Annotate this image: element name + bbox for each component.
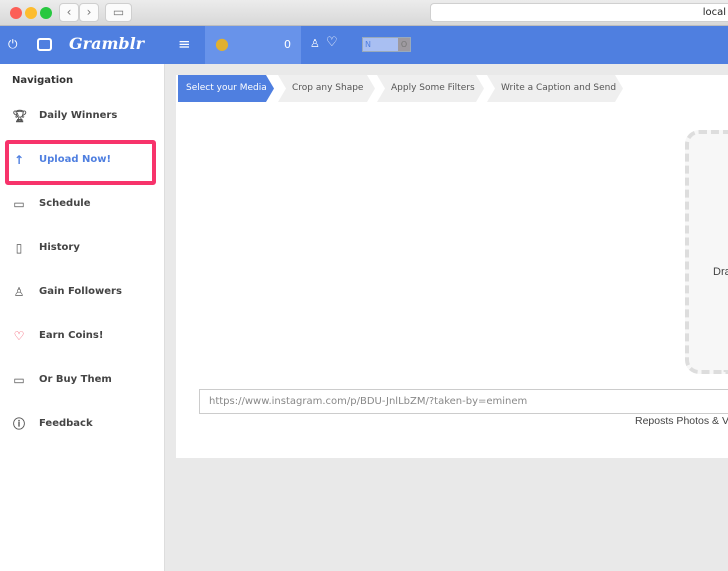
repost-caption: Reposts Photos & V <box>635 415 728 427</box>
question-icon: ⓘ <box>12 417 25 431</box>
calendar-icon: ▭ <box>13 197 25 211</box>
toggle-switch[interactable]: N O <box>362 37 411 52</box>
zoom-window-button[interactable] <box>40 7 52 19</box>
sidebar-item-earn-coins[interactable]: ♡ Earn Coins! <box>0 315 165 359</box>
sidebar-item-gain-followers[interactable]: ♙ Gain Followers <box>0 271 165 315</box>
highlight-box <box>5 140 156 185</box>
address-bar[interactable]: local <box>430 3 728 22</box>
navigation-title: Navigation <box>12 75 74 86</box>
minimize-window-button[interactable] <box>25 7 37 19</box>
brand-logo: Gramblr <box>69 34 145 53</box>
upload-panel: Select your Media Crop any Shape Apply S… <box>176 75 728 458</box>
book-icon: ▯ <box>15 241 23 255</box>
user-icon: ♙ <box>13 285 25 299</box>
heart-icon: ♡ <box>13 329 25 343</box>
back-button[interactable]: ‹ <box>59 3 79 22</box>
app-header: ⏻ Gramblr ≡ ● 0 ♙ ♡ N O <box>0 26 728 64</box>
close-window-button[interactable] <box>10 7 22 19</box>
power-icon[interactable]: ⏻ <box>8 37 18 52</box>
bell-icon[interactable]: ♙ <box>310 37 320 50</box>
wallet-icon: ▭ <box>13 373 25 387</box>
coin-count: 0 <box>284 38 291 51</box>
step-filters[interactable]: Apply Some Filters <box>377 75 484 102</box>
drop-zone[interactable]: Dra <box>685 130 728 374</box>
sidebar-item-history[interactable]: ▯ History <box>0 227 165 271</box>
heart-icon[interactable]: ♡ <box>326 35 338 50</box>
instagram-icon <box>37 38 52 51</box>
coins-display[interactable]: ● 0 <box>205 26 301 64</box>
sidebar-item-buy-coins[interactable]: ▭ Or Buy Them <box>0 359 165 403</box>
instagram-url-input[interactable] <box>199 389 728 414</box>
forward-button[interactable]: › <box>79 3 99 22</box>
sidebar-item-daily-winners[interactable]: 🏆︎ Daily Winners <box>0 95 165 139</box>
sidebar-toggle-button[interactable]: ▭ <box>105 3 132 22</box>
step-caption[interactable]: Write a Caption and Send <box>487 75 623 102</box>
trophy-icon: 🏆︎ <box>12 109 28 123</box>
sidebar-item-schedule[interactable]: ▭ Schedule <box>0 183 165 227</box>
browser-toolbar: ‹ › ▭ local <box>0 0 728 26</box>
sidebar-item-feedback[interactable]: ⓘ Feedback <box>0 403 165 447</box>
step-crop[interactable]: Crop any Shape <box>278 75 375 102</box>
step-select-media[interactable]: Select your Media <box>178 75 274 102</box>
coins-icon: ● <box>215 34 229 53</box>
menu-icon[interactable]: ≡ <box>178 35 191 53</box>
